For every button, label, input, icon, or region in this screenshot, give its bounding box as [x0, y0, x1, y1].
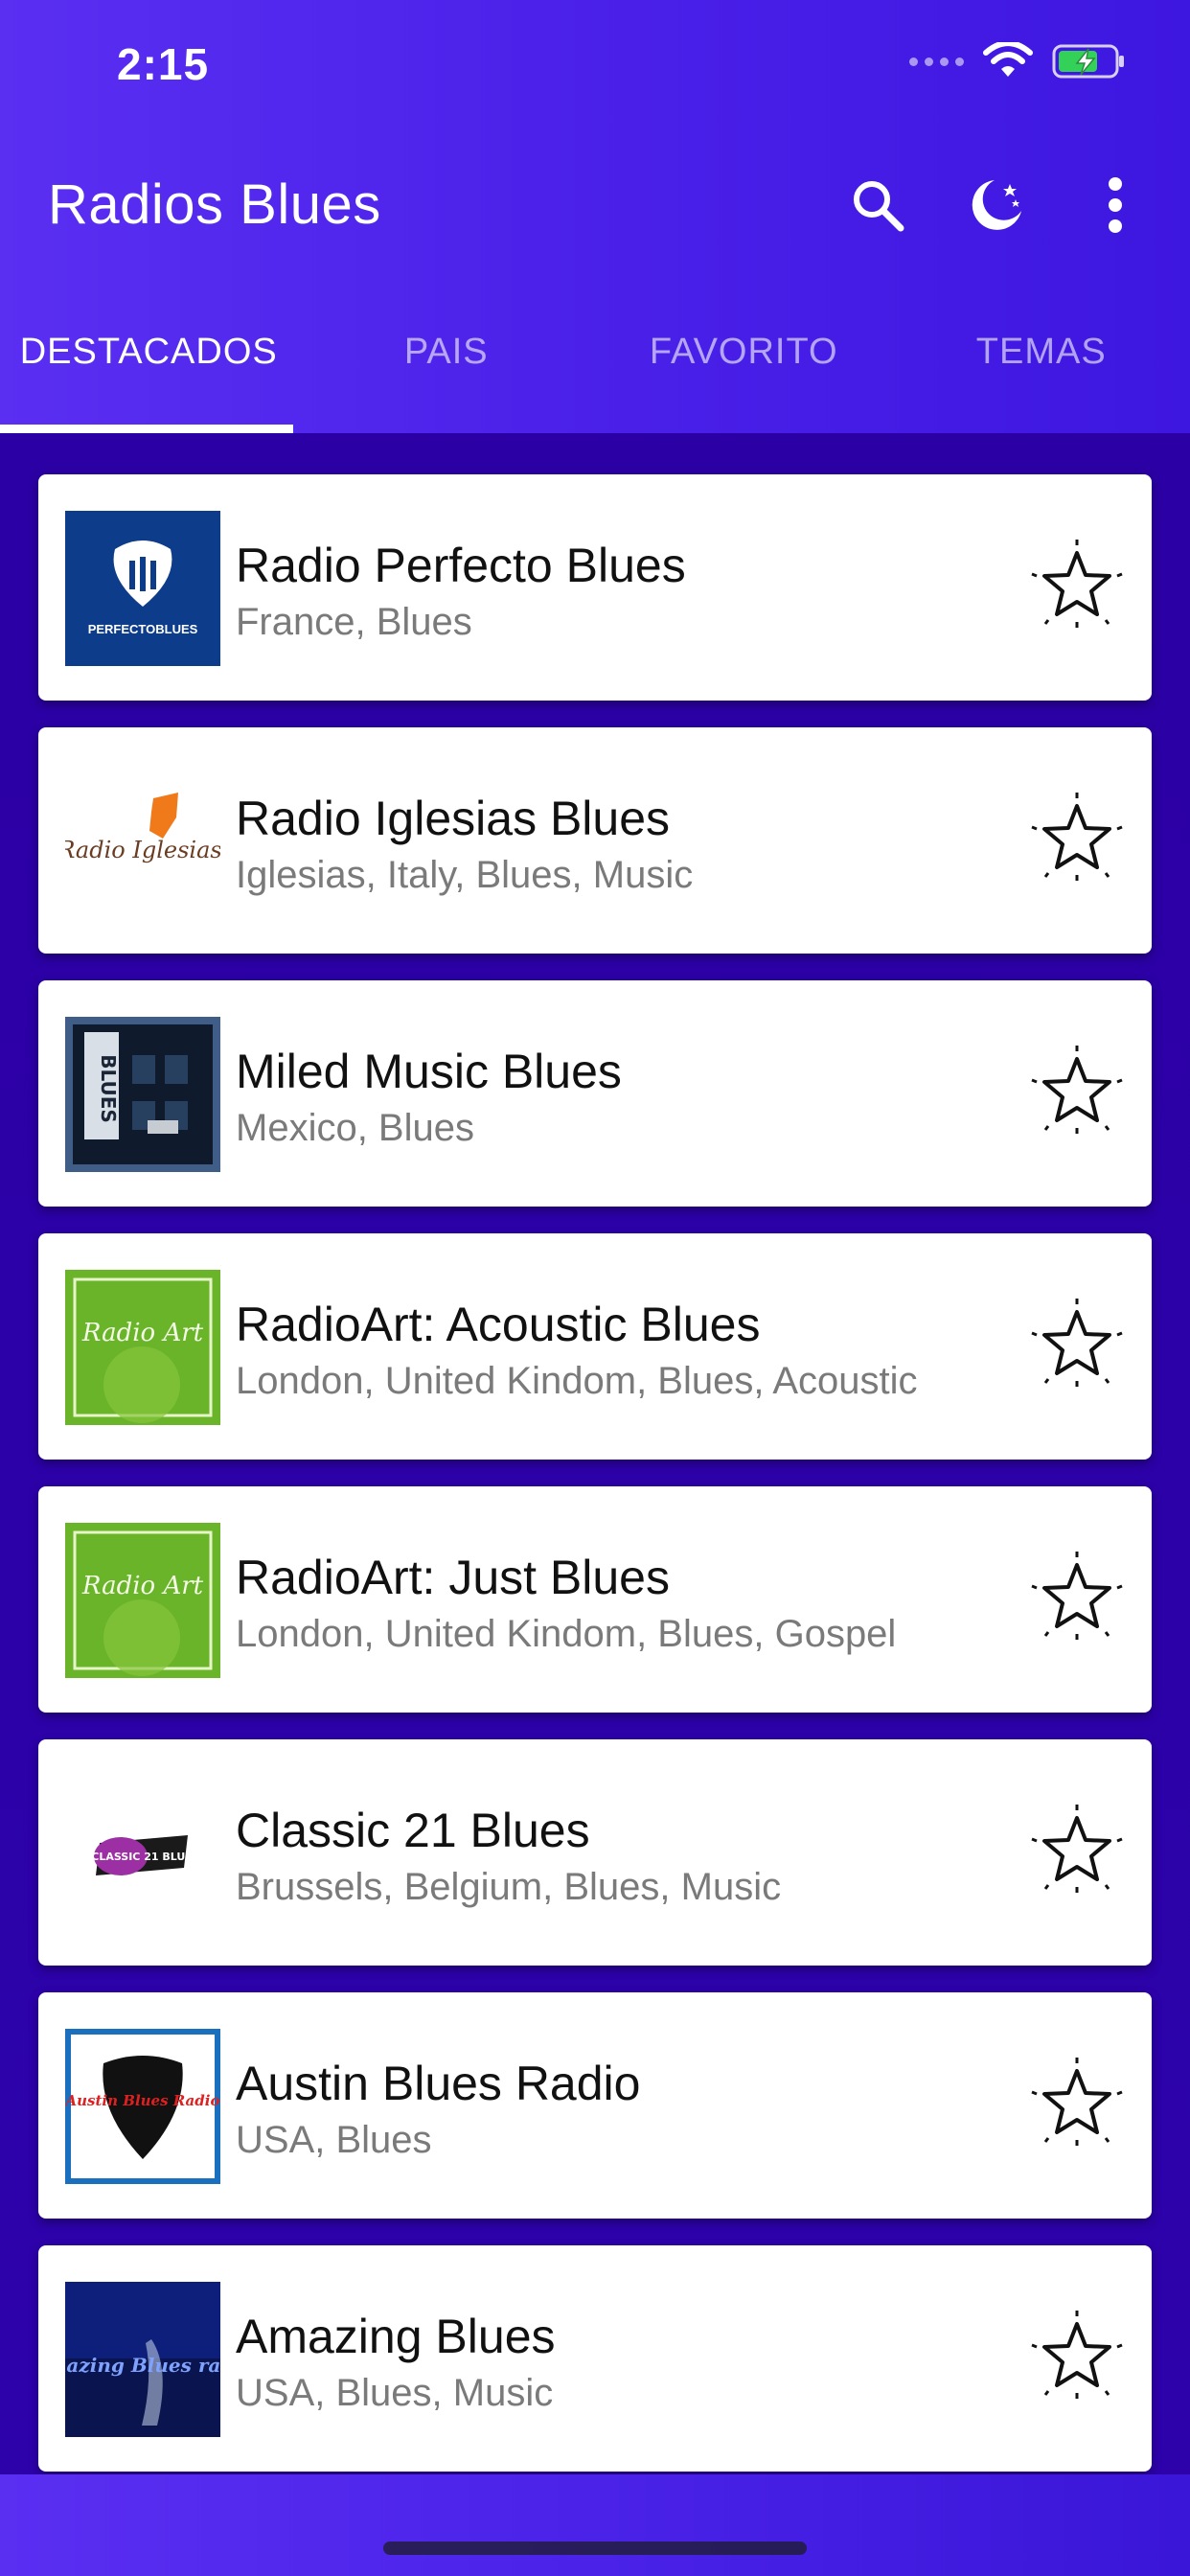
station-tags: Brussels, Belgium, Blues, Music [236, 1866, 782, 1908]
tab-pais[interactable]: PAIS [298, 299, 596, 433]
station-logo: Radio Art [65, 1270, 220, 1425]
logo-text: Radio Iglesias [65, 837, 220, 863]
battery-charging-icon [1052, 44, 1124, 79]
header: 2:15 Radios Blues DESTACADOS PAIS FAVORI… [0, 0, 1190, 433]
station-name: RadioArt: Just Blues [236, 1551, 670, 1604]
station-name: RadioArt: Acoustic Blues [236, 1298, 761, 1351]
station-logo: Amazing Blues radio [65, 2282, 220, 2437]
tab-destacados[interactable]: DESTACADOS [0, 299, 298, 433]
tab-bar: DESTACADOS PAIS FAVORITO TEMAS [0, 299, 1190, 433]
station-list[interactable]: PERFECTOBLUES Radio Perfecto Blues Franc… [0, 433, 1190, 2474]
logo-text: CLASSIC 21 BLUES [91, 1851, 200, 1863]
station-tags: Mexico, Blues [236, 1107, 474, 1149]
station-logo: Austin Blues Radio [65, 2029, 220, 2184]
favorite-button[interactable] [1029, 1044, 1125, 1139]
favorite-button[interactable] [1029, 791, 1125, 886]
favorite-button[interactable] [1029, 1297, 1125, 1392]
tab-favorito[interactable]: FAVORITO [595, 299, 893, 433]
station-name: Austin Blues Radio [236, 2057, 641, 2110]
star-outline-icon [1031, 1805, 1123, 1893]
station-name: Classic 21 Blues [236, 1804, 590, 1857]
station-card[interactable]: PERFECTOBLUES Radio Perfecto Blues Franc… [38, 474, 1152, 701]
status-bar: 2:15 [0, 0, 1190, 134]
logo-text: Amazing Blues radio [65, 2354, 220, 2377]
app-title: Radios Blues [48, 173, 381, 236]
star-outline-icon [1031, 1552, 1123, 1640]
favorite-button[interactable] [1029, 1550, 1125, 1645]
logo-text: PERFECTOBLUES [88, 622, 198, 636]
signal-icon [909, 57, 964, 66]
logo-text: Austin Blues Radio [65, 2092, 219, 2109]
logo-text: BLUES [97, 1054, 120, 1123]
search-button[interactable] [843, 171, 912, 240]
star-outline-icon [1031, 1299, 1123, 1387]
logo-text: Radio Art [81, 1319, 204, 1347]
night-mode-button[interactable] [962, 171, 1031, 240]
station-logo: Radio Art [65, 1523, 220, 1678]
station-name: Radio Iglesias Blues [236, 792, 671, 845]
search-icon [854, 181, 904, 232]
star-outline-icon [1031, 1046, 1123, 1134]
app-bar: Radios Blues [0, 144, 1190, 268]
app-actions [843, 171, 1150, 240]
station-card[interactable]: Radio Iglesias Radio Iglesias Blues Igle… [38, 727, 1152, 954]
favorite-button[interactable] [1029, 2309, 1125, 2404]
station-logo: BLUES [65, 1017, 220, 1172]
favorite-button[interactable] [1029, 538, 1125, 633]
station-card[interactable]: Radio Art RadioArt: Acoustic Blues Londo… [38, 1233, 1152, 1460]
more-options-button[interactable] [1081, 171, 1150, 240]
station-logo: CLASSIC 21 BLUES [65, 1776, 220, 1931]
logo-text: Radio Art [81, 1572, 204, 1600]
station-card[interactable]: BLUES Miled Music Blues Mexico, Blues [38, 980, 1152, 1207]
star-outline-icon [1031, 2058, 1123, 2146]
station-name: Miled Music Blues [236, 1045, 622, 1098]
station-tags: USA, Blues, Music [236, 2372, 554, 2414]
station-tags: Iglesias, Italy, Blues, Music [236, 854, 694, 896]
station-tags: London, United Kindom, Blues, Gospel [236, 1613, 897, 1655]
star-outline-icon [1031, 2311, 1123, 2399]
station-card[interactable]: Amazing Blues radio Amazing Blues USA, B… [38, 2245, 1152, 2472]
station-card[interactable]: Radio Art RadioArt: Just Blues London, U… [38, 1486, 1152, 1713]
bottom-area [0, 2474, 1190, 2576]
station-logo: PERFECTOBLUES [65, 511, 220, 666]
more-vert-icon [1109, 177, 1122, 233]
station-name: Amazing Blues [236, 2310, 556, 2363]
station-card[interactable]: Austin Blues Radio Austin Blues Radio US… [38, 1992, 1152, 2219]
status-time: 2:15 [117, 39, 210, 89]
station-card[interactable]: CLASSIC 21 BLUES Classic 21 Blues Brusse… [38, 1739, 1152, 1966]
tab-temas[interactable]: TEMAS [893, 299, 1190, 433]
station-tags: London, United Kindom, Blues, Acoustic [236, 1360, 918, 1402]
station-tags: USA, Blues [236, 2119, 432, 2161]
star-outline-icon [1031, 540, 1123, 628]
wifi-icon [983, 42, 1033, 77]
station-name: Radio Perfecto Blues [236, 539, 686, 592]
tab-indicator [0, 425, 293, 433]
home-indicator[interactable] [383, 2542, 807, 2555]
favorite-button[interactable] [1029, 2056, 1125, 2151]
station-tags: France, Blues [236, 601, 472, 643]
station-logo: Radio Iglesias [65, 764, 220, 919]
favorite-button[interactable] [1029, 1803, 1125, 1898]
night-mode-icon [972, 180, 1021, 230]
status-icons [909, 42, 1127, 80]
star-outline-icon [1031, 793, 1123, 881]
